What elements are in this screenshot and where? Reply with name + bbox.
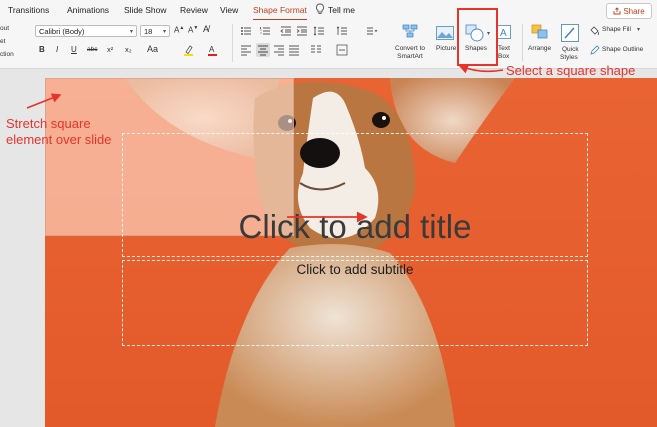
increase-indent-icon[interactable] — [296, 25, 308, 37]
stretch-annotation-line1: Stretch square — [6, 116, 91, 131]
text-box-label-line1: Text — [498, 45, 510, 52]
title-placeholder-text[interactable]: Click to add title — [122, 208, 588, 246]
change-case-icon[interactable]: Aa — [147, 44, 158, 54]
superscript-button[interactable]: x² — [107, 45, 113, 54]
cut-label-reset[interactable]: et — [0, 38, 5, 45]
subtitle-placeholder-text[interactable]: Click to add subtitle — [122, 262, 588, 277]
strikethrough-button[interactable]: abc — [87, 46, 97, 53]
ribbon-separator — [232, 24, 233, 62]
subscript-button[interactable]: x₂ — [125, 45, 132, 54]
select-shape-annotation: Select a square shape — [506, 63, 636, 78]
cut-label-layout[interactable]: out — [0, 25, 9, 32]
arrange-label: Arrange — [528, 45, 552, 52]
font-size-value: 18 — [144, 26, 153, 36]
tab-animations[interactable]: Animations — [67, 5, 109, 15]
highlight-icon[interactable] — [183, 44, 195, 56]
convert-to-smartart-button[interactable]: Convert to SmartArt — [388, 22, 432, 64]
shape-fill-label: Shape Fill — [602, 26, 631, 33]
convert-smartart-icon — [402, 24, 418, 38]
ribbon-separator — [522, 24, 523, 62]
tab-review[interactable]: Review — [180, 5, 208, 15]
ribbon: out et ction Calibri (Body) ▾ 18 ▾ A▲ A▼… — [0, 20, 657, 69]
arrange-button[interactable]: Arrange — [526, 22, 556, 64]
shapes-highlight-box — [457, 8, 498, 66]
font-family-dropdown[interactable]: Calibri (Body) ▾ — [35, 25, 137, 37]
decrease-font-icon[interactable]: A▼ — [188, 25, 198, 35]
text-box-button[interactable]: A Text Box — [495, 22, 515, 64]
quick-styles-button[interactable]: Quick Styles — [557, 22, 585, 66]
numbering-icon[interactable] — [259, 25, 271, 37]
cut-label-section[interactable]: ction — [0, 51, 14, 58]
italic-button[interactable]: I — [56, 45, 58, 54]
lightbulb-icon — [316, 3, 324, 14]
clear-format-icon[interactable]: A̸ — [203, 24, 209, 34]
svg-text:A: A — [500, 28, 507, 39]
text-box-icon: A — [497, 25, 511, 39]
tab-view[interactable]: View — [220, 5, 238, 15]
stretch-annotation-line2: element over slide — [6, 132, 112, 147]
shape-outline-button[interactable]: Shape Outline — [589, 45, 657, 57]
convert-label-line2: SmartArt — [397, 53, 423, 60]
more-paragraph-icon[interactable] — [366, 25, 378, 37]
chevron-down-icon: ▾ — [637, 27, 641, 33]
justify-icon[interactable] — [288, 44, 300, 56]
font-color-icon[interactable]: A — [207, 44, 219, 56]
decrease-indent-icon[interactable] — [280, 25, 292, 37]
share-button[interactable]: Share — [606, 3, 652, 19]
chevron-down-icon: ▾ — [162, 29, 166, 35]
align-left-icon[interactable] — [240, 44, 252, 56]
ribbon-tab-bar: Transitions Animations Slide Show Review… — [0, 0, 657, 21]
tab-transitions[interactable]: Transitions — [8, 5, 49, 15]
bullets-icon[interactable] — [240, 25, 252, 37]
paint-bucket-icon — [590, 26, 599, 36]
align-text-icon[interactable] — [336, 44, 348, 56]
align-center-icon[interactable] — [256, 43, 270, 57]
bold-button[interactable]: B — [39, 45, 45, 54]
tell-me-search[interactable]: Tell me — [328, 5, 355, 15]
picture-label: Picture — [436, 45, 457, 52]
tab-shape-format[interactable]: Shape Format — [253, 5, 307, 21]
font-family-value: Calibri (Body) — [39, 26, 85, 36]
increase-font-icon[interactable]: A▲ — [174, 25, 184, 35]
svg-text:A: A — [209, 45, 215, 54]
align-right-icon[interactable] — [273, 44, 285, 56]
shape-fill-button[interactable]: Shape Fill ▾ — [589, 25, 655, 37]
line-spacing-icon[interactable] — [313, 25, 325, 37]
columns-icon[interactable] — [310, 44, 322, 56]
underline-button[interactable]: U — [71, 45, 77, 54]
pen-outline-icon — [590, 45, 600, 55]
share-icon — [613, 7, 621, 15]
shape-outline-label: Shape Outline — [602, 46, 644, 53]
quick-styles-label-line1: Quick — [562, 46, 579, 53]
font-size-dropdown[interactable]: 18 ▾ — [140, 25, 170, 37]
quick-styles-icon — [561, 24, 579, 42]
arrange-icon — [531, 24, 548, 39]
tab-slide-show[interactable]: Slide Show — [124, 5, 167, 15]
chevron-down-icon: ▾ — [129, 29, 133, 35]
text-box-label-line2: Box — [498, 53, 510, 60]
picture-icon — [436, 26, 454, 40]
picture-button[interactable]: Picture — [435, 22, 459, 64]
share-label: Share — [623, 6, 645, 16]
text-direction-icon[interactable] — [336, 25, 348, 37]
quick-styles-label-line2: Styles — [560, 54, 578, 61]
convert-label-line1: Convert to — [395, 45, 425, 52]
